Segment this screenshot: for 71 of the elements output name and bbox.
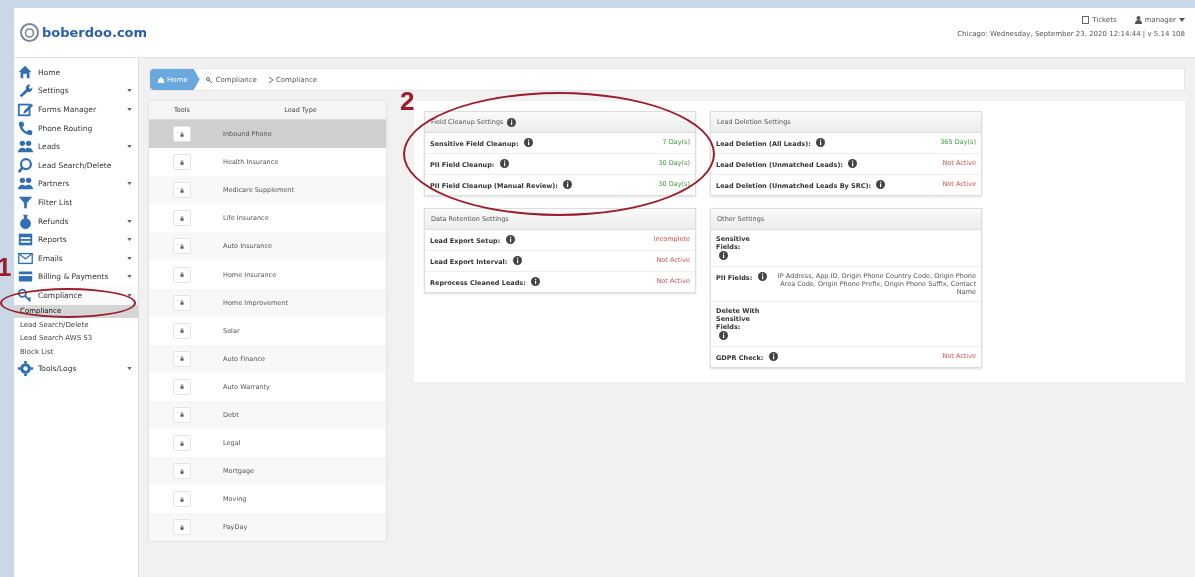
caret-icon	[127, 238, 132, 242]
caret-icon	[127, 145, 132, 149]
wrench-icon	[17, 82, 34, 100]
chevron-icon	[268, 76, 273, 83]
info-icon[interactable]	[848, 159, 858, 168]
lock-button[interactable]	[173, 322, 191, 339]
caret-icon	[127, 256, 132, 260]
lock-icon	[180, 157, 184, 167]
lock-button[interactable]	[173, 238, 191, 255]
annotation-number: 2	[400, 88, 415, 114]
info-icon[interactable]	[876, 180, 886, 189]
key-icon	[17, 286, 34, 304]
lock-icon	[180, 410, 184, 420]
phone-icon	[17, 119, 34, 137]
pencil-form-icon	[17, 101, 34, 118]
lock-button[interactable]	[173, 491, 191, 508]
lock-icon	[180, 129, 184, 139]
caret-icon	[127, 89, 132, 93]
money-bag-icon	[17, 212, 34, 230]
lock-button[interactable]	[173, 210, 191, 227]
lock-icon	[180, 326, 184, 336]
logo-icon	[20, 23, 39, 42]
logo-text[interactable]: boberdoo.com	[42, 25, 148, 40]
lock-button[interactable]	[173, 294, 191, 311]
info-icon[interactable]	[816, 138, 825, 147]
lock-button[interactable]	[173, 182, 191, 199]
lock-button[interactable]	[173, 407, 191, 423]
home-icon	[158, 76, 164, 83]
lock-icon	[180, 185, 184, 195]
info-icon[interactable]	[531, 277, 541, 286]
lock-button[interactable]	[173, 463, 191, 480]
lock-icon	[180, 213, 184, 223]
lock-icon	[180, 438, 184, 448]
lock-icon	[180, 494, 184, 504]
lock-icon	[180, 298, 184, 308]
info-icon[interactable]	[768, 352, 778, 361]
lock-icon	[180, 466, 184, 476]
lock-icon	[180, 241, 184, 251]
home-icon	[17, 63, 34, 81]
caret-icon	[127, 182, 132, 186]
lock-button[interactable]	[173, 435, 191, 452]
caret-icon	[127, 366, 132, 370]
info-icon[interactable]	[506, 117, 516, 127]
caret-icon	[127, 108, 132, 111]
search-icon	[17, 156, 34, 174]
caret-icon	[127, 275, 132, 279]
lock-button[interactable]	[173, 350, 191, 367]
lock-button[interactable]	[173, 378, 191, 395]
lock-button[interactable]	[173, 266, 191, 283]
lock-icon	[180, 382, 184, 392]
lock-button[interactable]	[173, 519, 191, 536]
lock-button[interactable]	[173, 154, 191, 171]
caret-icon	[1179, 18, 1185, 22]
lock-button[interactable]	[173, 126, 191, 143]
info-icon[interactable]	[719, 251, 728, 260]
info-icon[interactable]	[499, 159, 509, 168]
info-icon[interactable]	[505, 235, 515, 244]
info-icon[interactable]	[719, 331, 728, 340]
info-icon[interactable]	[512, 256, 522, 265]
document-icon	[1082, 16, 1090, 24]
lock-icon	[180, 270, 184, 279]
caret-icon	[127, 293, 132, 297]
info-icon[interactable]	[563, 180, 573, 189]
lock-icon	[180, 522, 184, 532]
settings-icon	[17, 359, 34, 377]
caret-icon	[127, 219, 132, 223]
info-icon[interactable]	[523, 138, 533, 147]
lock-icon	[180, 354, 184, 364]
user-icon	[1134, 16, 1142, 24]
info-icon[interactable]	[757, 272, 767, 281]
key-icon	[205, 76, 213, 83]
